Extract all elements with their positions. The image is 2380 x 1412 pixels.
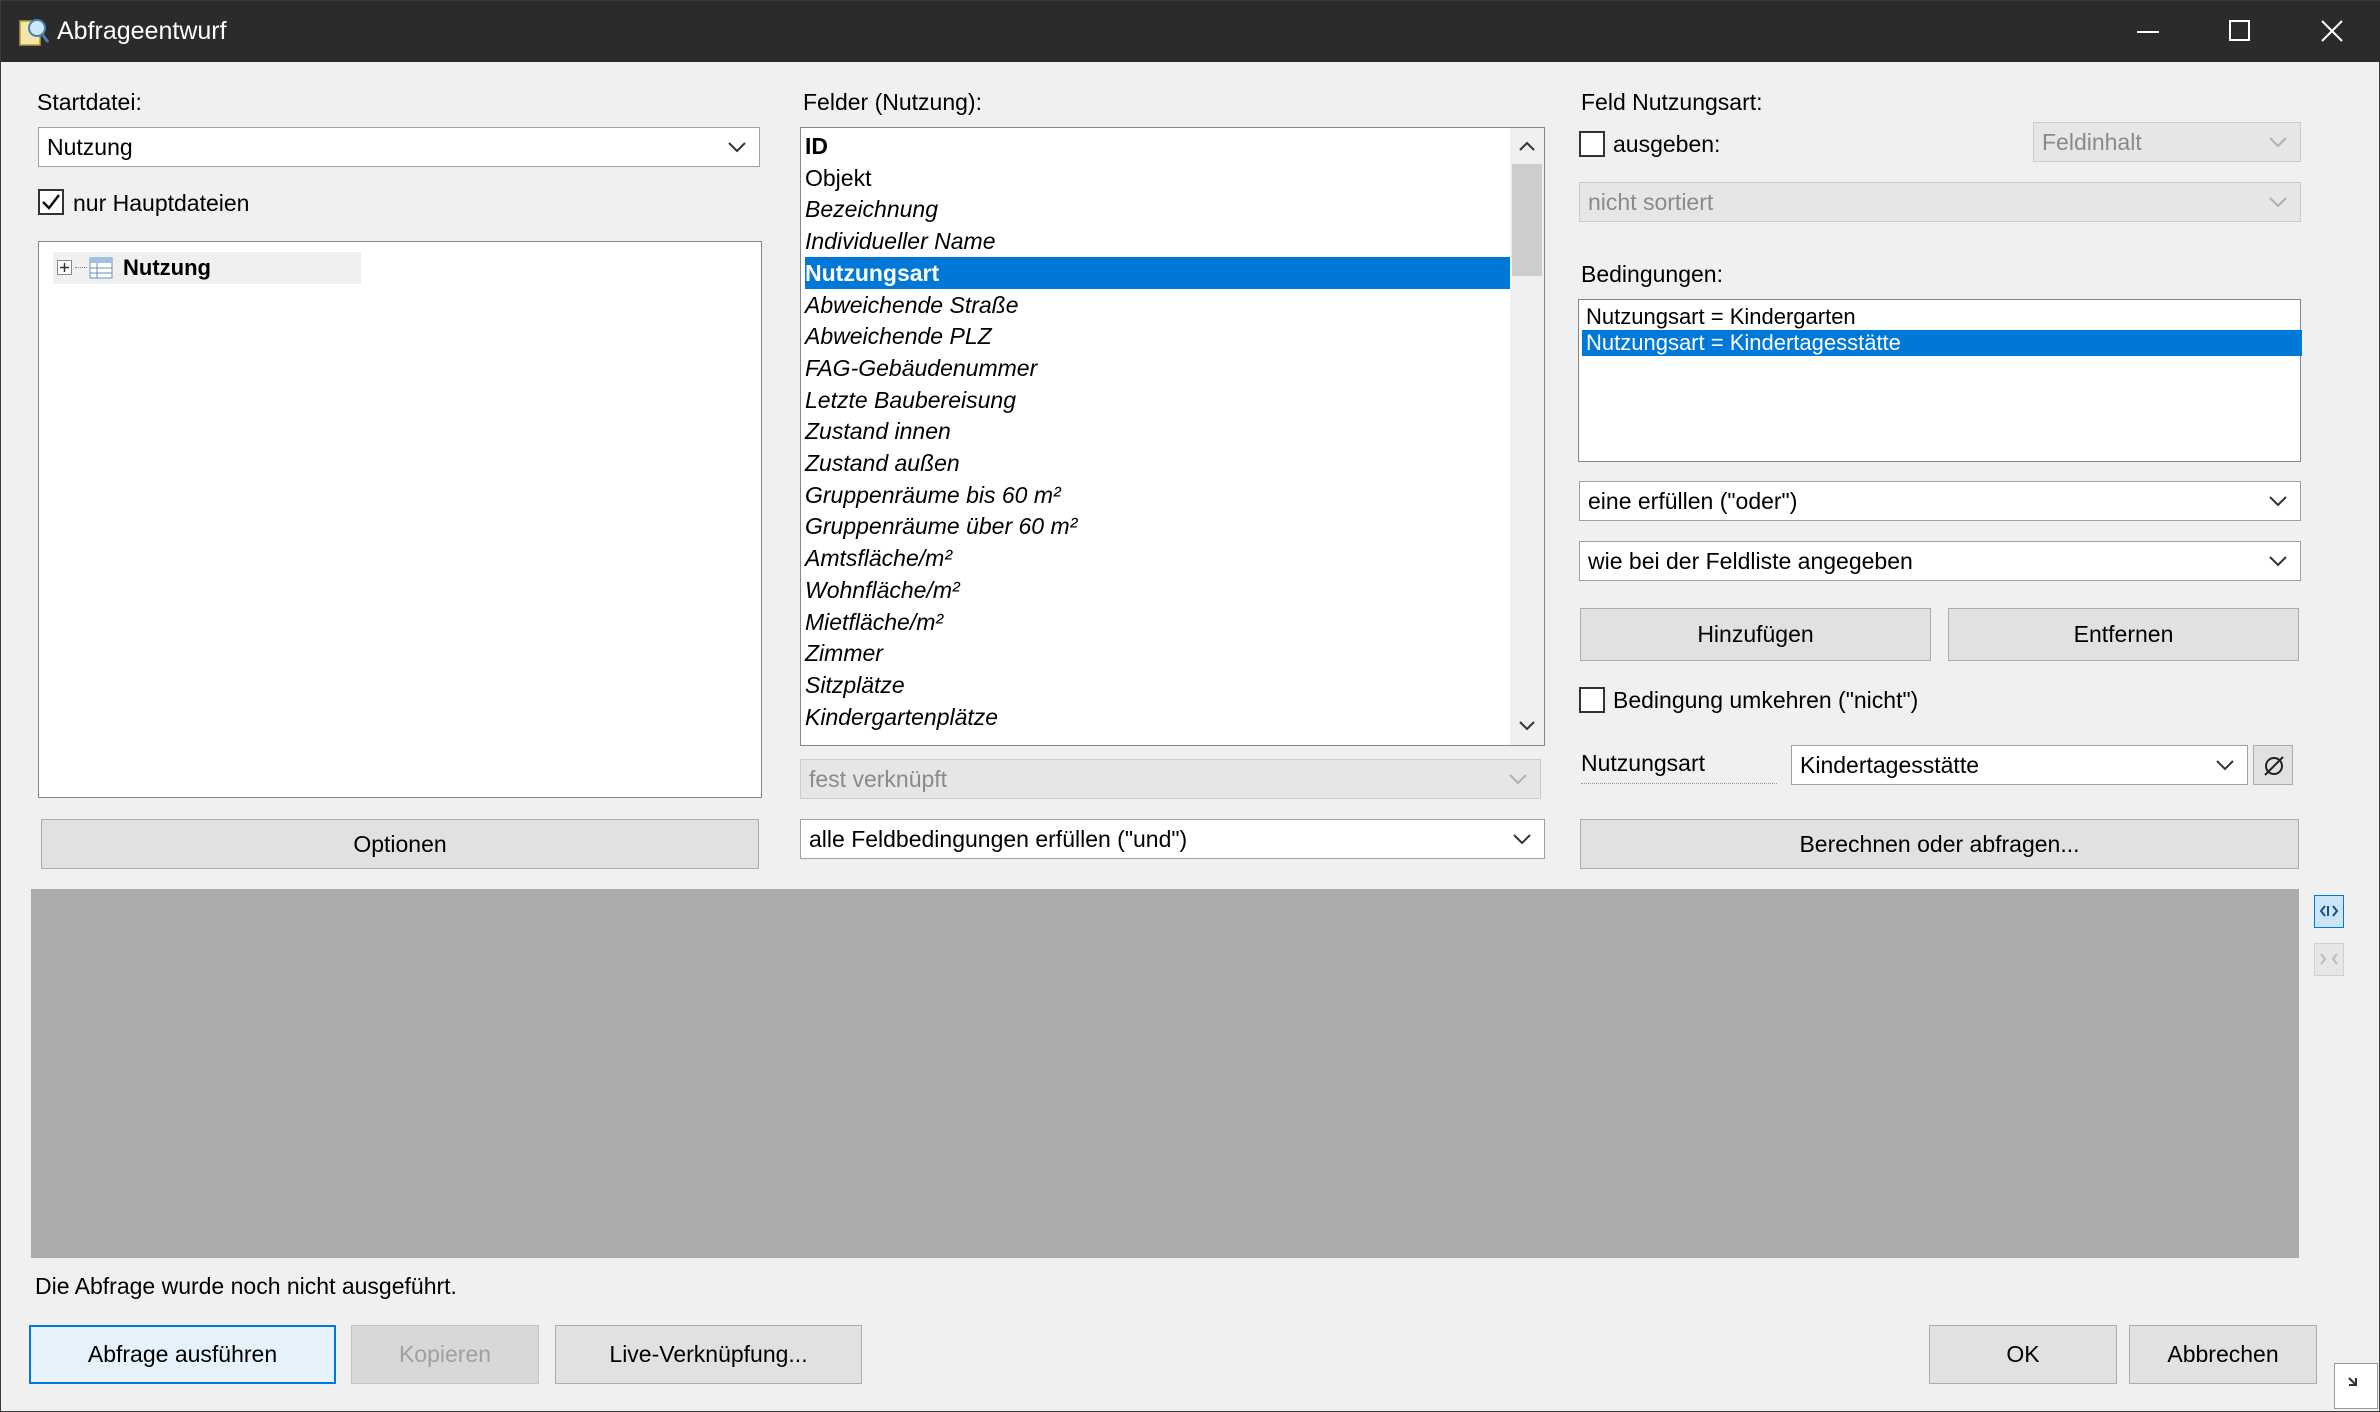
window-title: Abfrageentwurf [57, 17, 227, 45]
field-list-item[interactable]: Abweichende Straße [805, 289, 1019, 321]
ok-button[interactable]: OK [1929, 1325, 2117, 1384]
field-list-item[interactable]: Nutzungsart [805, 256, 1511, 289]
clear-value-button[interactable] [2253, 745, 2293, 785]
tree-node-label: Nutzung [123, 255, 211, 280]
resize-grip[interactable] [2334, 1363, 2378, 1409]
resize-arrow-icon [2348, 1377, 2357, 1386]
field-list-item[interactable]: Gruppenräume bis 60 m² [805, 479, 1061, 511]
only-main-checkbox[interactable] [38, 189, 64, 215]
field-list-item[interactable]: Sitzplätze [805, 669, 905, 701]
field-list-item[interactable]: Zustand innen [805, 415, 951, 447]
field-group-label: Feld Nutzungsart: [1581, 89, 1763, 115]
chevron-down-icon [2266, 542, 2292, 580]
expand-plus-icon[interactable] [57, 260, 73, 276]
maximize-icon [2229, 20, 2250, 41]
output-checkbox[interactable] [1579, 131, 1605, 157]
field-list-item[interactable]: Objekt [805, 162, 871, 194]
close-button[interactable] [2287, 1, 2379, 62]
compare-mode-value: wie bei der Feldliste angegeben [1588, 548, 1913, 574]
condition-list-item[interactable]: Nutzungsart = Kindertagesstätte [1582, 330, 2302, 356]
chevron-down-icon [1510, 820, 1536, 858]
scroll-thumb[interactable] [1512, 164, 1542, 276]
startfile-label: Startdatei: [37, 89, 142, 115]
compare-mode-combo[interactable]: wie bei der Feldliste angegeben [1579, 541, 2301, 581]
chevron-down-icon [2266, 183, 2292, 221]
field-list-item[interactable]: Mietfläche/m² [805, 606, 943, 638]
chevron-down-icon [2213, 746, 2239, 784]
startfile-value: Nutzung [47, 134, 133, 160]
value-combo[interactable]: Kindertagesstätte [1791, 745, 2248, 785]
startfile-combo[interactable]: Nutzung [38, 127, 760, 167]
conditions-list[interactable]: Nutzungsart = Kindergarten Nutzungsart = … [1578, 299, 2302, 462]
tree-connector [75, 267, 87, 268]
status-text: Die Abfrage wurde noch nicht ausgeführt. [35, 1273, 457, 1299]
add-condition-button[interactable]: Hinzufügen [1580, 608, 1931, 661]
live-link-button[interactable]: Live-Verknüpfung... [555, 1325, 862, 1384]
pin-panel-button[interactable] [2314, 895, 2344, 928]
output-label: ausgeben: [1613, 131, 1721, 157]
field-list-item[interactable]: Letzte Baubereisung [805, 384, 1016, 416]
chevron-down-icon [725, 128, 751, 166]
scroll-up-icon[interactable] [1518, 140, 1536, 152]
query-design-window: Abfrageentwurf Startdatei: Nutzung nur H… [0, 0, 2380, 1412]
field-list-item[interactable]: Kindergartenplätze [805, 701, 998, 733]
maximize-button[interactable] [2195, 1, 2287, 62]
match-mode-combo[interactable]: eine erfüllen ("oder") [1579, 481, 2301, 521]
checkmark-icon [42, 194, 60, 210]
field-list-item[interactable]: Abweichende PLZ [805, 320, 992, 352]
output-mode-combo: Feldinhalt [2033, 122, 2301, 162]
options-button[interactable]: Optionen [41, 819, 759, 869]
empty-set-icon [2264, 756, 2284, 776]
calculate-button[interactable]: Berechnen oder abfragen... [1580, 819, 2299, 869]
sort-mode-value: nicht sortiert [1588, 189, 1714, 215]
run-query-button[interactable]: Abfrage ausführen [29, 1325, 336, 1384]
tree-node-nutzung[interactable]: Nutzung [53, 252, 361, 284]
results-area[interactable] [31, 889, 2299, 1258]
field-conditions-value: alle Feldbedingungen erfüllen ("und") [809, 826, 1188, 852]
fields-scrollbar[interactable] [1510, 128, 1544, 745]
value-field-label: Nutzungsart [1581, 750, 1777, 784]
invert-condition-label: Bedingung umkehren ("nicht") [1613, 687, 1919, 713]
minimize-icon [2137, 31, 2159, 33]
detach-panel-button[interactable] [2314, 943, 2344, 976]
chevron-down-icon [2266, 123, 2292, 161]
fields-list[interactable]: ID Objekt Bezeichnung Individueller Name Nut… [800, 127, 1545, 746]
table-icon [89, 257, 113, 279]
remove-condition-button[interactable]: Entfernen [1948, 608, 2299, 661]
match-mode-value: eine erfüllen ("oder") [1588, 488, 1798, 514]
field-list-item[interactable]: Wohnfläche/m² [805, 574, 960, 606]
chevron-down-icon [2266, 482, 2292, 520]
field-conditions-combo[interactable]: alle Feldbedingungen erfüllen ("und") [800, 819, 1545, 859]
minimize-button[interactable] [2103, 1, 2195, 62]
scroll-down-icon[interactable] [1518, 720, 1536, 732]
only-main-label: nur Hauptdateien [73, 190, 250, 216]
field-list-item[interactable]: Zustand außen [805, 447, 960, 479]
conditions-label: Bedingungen: [1581, 261, 1723, 287]
value-combo-value: Kindertagesstätte [1800, 752, 1980, 778]
join-arrows-icon [2320, 953, 2338, 965]
field-list-item[interactable]: FAG-Gebäudenummer [805, 352, 1037, 384]
field-list-item[interactable]: Bezeichnung [805, 193, 938, 225]
fields-label: Felder (Nutzung): [803, 89, 982, 115]
split-arrows-icon [2319, 905, 2339, 917]
link-mode-value: fest verknüpft [809, 766, 948, 792]
invert-condition-checkbox[interactable] [1579, 687, 1605, 713]
close-icon [2321, 20, 2343, 42]
field-list-item[interactable]: ID [805, 130, 828, 162]
app-icon [19, 19, 50, 46]
condition-list-item[interactable]: Nutzungsart = Kindergarten [1582, 304, 1856, 330]
copy-button: Kopieren [351, 1325, 539, 1384]
file-tree[interactable]: Nutzung [38, 241, 762, 798]
chevron-down-icon [1506, 760, 1532, 798]
field-list-item[interactable]: Gruppenräume über 60 m² [805, 510, 1077, 542]
field-list-item[interactable]: Amtsfläche/m² [805, 542, 952, 574]
field-list-item[interactable]: Zimmer [805, 637, 883, 669]
cancel-button[interactable]: Abbrechen [2129, 1325, 2317, 1384]
field-list-item[interactable]: Individueller Name [805, 225, 995, 257]
sort-mode-combo: nicht sortiert [1579, 182, 2301, 222]
output-mode-value: Feldinhalt [2042, 129, 2142, 155]
title-bar[interactable]: Abfrageentwurf [1, 1, 2380, 62]
link-mode-combo: fest verknüpft [800, 759, 1541, 799]
